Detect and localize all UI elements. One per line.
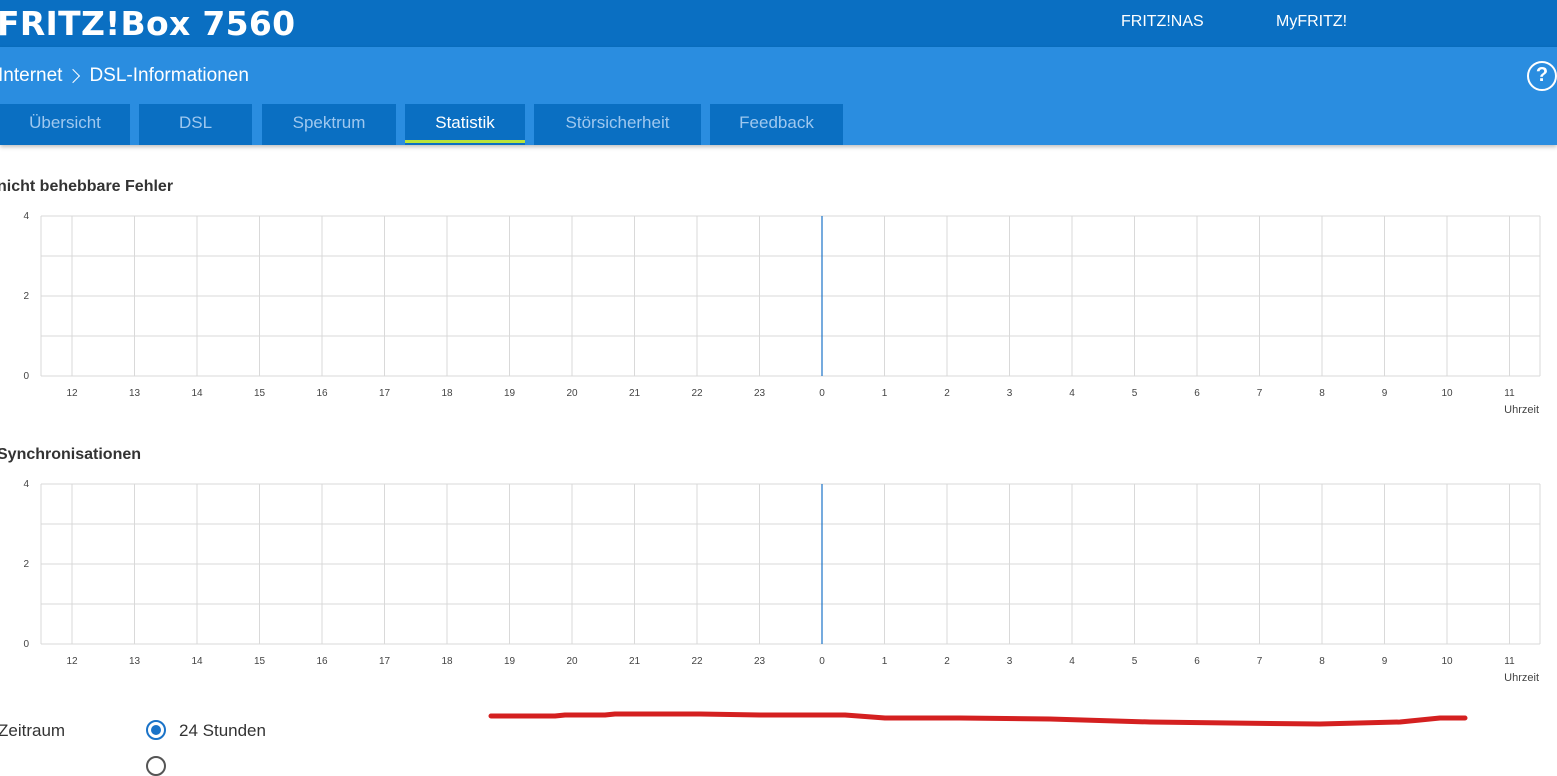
x-tick-label: 3 [1007, 656, 1013, 667]
x-tick-label: 8 [1319, 388, 1325, 399]
x-tick-label: 14 [191, 388, 203, 399]
y-tick-label: 2 [23, 291, 29, 302]
x-tick-label: 7 [1257, 656, 1263, 667]
x-tick-label: 15 [254, 656, 266, 667]
y-tick-label: 4 [23, 211, 29, 222]
x-tick-label: 19 [504, 656, 516, 667]
x-tick-label: 6 [1194, 388, 1200, 399]
breadcrumb-internet[interactable]: Internet [0, 65, 62, 87]
x-tick-label: 23 [754, 388, 766, 399]
x-tick-label: 12 [66, 388, 78, 399]
x-tick-label: 17 [379, 388, 391, 399]
x-tick-label: 9 [1382, 656, 1388, 667]
radio-second-option[interactable] [146, 756, 166, 776]
chevron-right-icon [66, 68, 81, 84]
x-tick-label: 13 [129, 388, 141, 399]
x-tick-label: 11 [1504, 388, 1515, 399]
errors-chart: 12 13 14 15 16 17 18 19 20 21 22 23 0 1 2 3 4 5 6 7 8 9 10 1102… [23, 211, 1541, 416]
y-tick-label: 4 [23, 479, 29, 490]
tab-feedback[interactable]: Feedback [710, 104, 843, 145]
x-tick-label: 4 [1069, 388, 1075, 399]
x-tick-label: 16 [316, 656, 328, 667]
x-tick-label: 1 [882, 656, 888, 667]
tab-stoersicherheit[interactable]: Störsicherheit [534, 104, 701, 145]
breadcrumb: Internet DSL-Informationen [0, 65, 249, 87]
x-tick-label: 13 [129, 656, 141, 667]
y-tick-label: 0 [23, 371, 29, 382]
x-tick-label: 16 [316, 388, 328, 399]
x-tick-label: 17 [379, 656, 391, 667]
sub-header: Internet DSL-Informationen ? Übersicht D… [0, 47, 1557, 145]
x-tick-label: 5 [1132, 656, 1138, 667]
x-tick-label: 19 [504, 388, 516, 399]
x-tick-label: 7 [1257, 388, 1263, 399]
breadcrumb-dsl-informationen: DSL-Informationen [89, 65, 249, 86]
sync-section-title: Synchronisationen [0, 446, 142, 463]
timerange-label: Zeitraum [0, 721, 66, 740]
x-tick-label: 6 [1194, 656, 1200, 667]
x-tick-label: 18 [441, 388, 453, 399]
radio-24-stunden-label[interactable]: 24 Stunden [179, 721, 266, 741]
x-tick-label: 22 [691, 388, 703, 399]
top-bar: FRITZ!Box 7560 FRITZ!NAS MyFRITZ! [0, 0, 1557, 47]
x-tick-label: 0 [819, 656, 825, 667]
x-tick-label: 8 [1319, 656, 1325, 667]
x-tick-label: 20 [566, 388, 578, 399]
x-tick-label: 23 [754, 656, 766, 667]
x-tick-label: 9 [1382, 388, 1388, 399]
x-tick-label: 2 [944, 656, 950, 667]
help-icon[interactable]: ? [1527, 61, 1557, 91]
x-tick-label: 5 [1132, 388, 1138, 399]
x-tick-label: 21 [629, 388, 641, 399]
x-tick-label: 12 [66, 656, 78, 667]
x-tick-label: 0 [819, 388, 825, 399]
x-tick-label: 20 [566, 656, 578, 667]
fritz-nas-link[interactable]: FRITZ!NAS [1121, 13, 1204, 31]
x-tick-label: 15 [254, 388, 266, 399]
x-tick-label: 21 [629, 656, 641, 667]
x-tick-label: 2 [944, 388, 950, 399]
x-tick-label: 10 [1441, 388, 1453, 399]
tab-uebersicht[interactable]: Übersicht [0, 104, 130, 145]
x-tick-label: 18 [441, 656, 453, 667]
tab-dsl[interactable]: DSL [139, 104, 252, 145]
y-tick-label: 0 [23, 639, 29, 650]
x-tick-label: 3 [1007, 388, 1013, 399]
x-tick-label: 1 [882, 388, 888, 399]
x-axis-label: Uhrzeit [1504, 672, 1539, 684]
x-tick-label: 22 [691, 656, 703, 667]
x-tick-label: 10 [1441, 656, 1453, 667]
tab-statistik[interactable]: Statistik [405, 104, 525, 145]
sync-chart: 12 13 14 15 16 17 18 19 20 21 22 23 0 1 2 3 4 5 6 7 8 9 10 1102… [23, 479, 1541, 684]
myfritz-link[interactable]: MyFRITZ! [1276, 13, 1347, 31]
errors-section-title: nicht behebbare Fehler [0, 178, 174, 195]
x-tick-label: 4 [1069, 656, 1075, 667]
y-tick-label: 2 [23, 559, 29, 570]
x-axis-label: Uhrzeit [1504, 404, 1539, 416]
x-tick-label: 11 [1504, 656, 1515, 667]
x-tick-label: 14 [191, 656, 203, 667]
radio-24-stunden[interactable] [146, 720, 166, 740]
tab-spektrum[interactable]: Spektrum [262, 104, 396, 145]
brand-title: FRITZ!Box 7560 [0, 4, 296, 43]
